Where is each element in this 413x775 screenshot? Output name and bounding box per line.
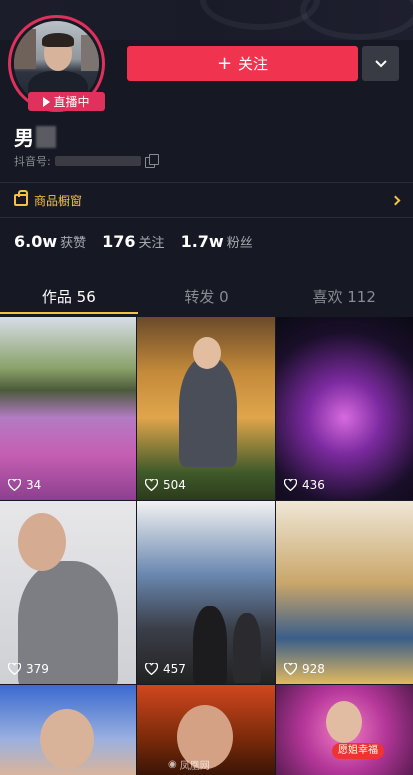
stat-label: 关注 [138, 236, 165, 251]
avatar-bg-building [14, 29, 36, 69]
shop-window-row[interactable]: 商品橱窗 [0, 184, 413, 216]
heart-icon [145, 479, 158, 491]
shop-label: 商品橱窗 [34, 193, 83, 208]
heart-icon [8, 663, 21, 675]
profile-tabs: 作品 56 转发 0 喜欢 112 [0, 280, 413, 314]
video-person [193, 606, 227, 684]
like-count: 504 [145, 478, 186, 492]
video-thumbnail[interactable] [0, 685, 136, 775]
id-label: 抖音号: [14, 155, 51, 168]
shopping-bag-icon [14, 190, 28, 206]
stats-row: 6.0w 获赞 176 关注 1.7w 粉丝 [14, 232, 253, 251]
name-redaction [36, 125, 56, 148]
header-decoration [300, 0, 413, 40]
like-count-text: 436 [302, 478, 325, 492]
heart-icon [145, 663, 158, 675]
video-thumbnail[interactable]: 34 [0, 317, 136, 500]
stat-followers[interactable]: 1.7w 粉丝 [181, 232, 253, 251]
stat-number: 1.7w [180, 232, 224, 251]
copy-icon[interactable] [144, 154, 159, 168]
like-count: 928 [284, 662, 325, 676]
video-grid: 34 504 436 379 457 928 [0, 317, 413, 775]
like-count-text: 504 [163, 478, 186, 492]
divider [0, 182, 413, 183]
like-count-text: 379 [26, 662, 49, 676]
like-count-text: 457 [163, 662, 186, 676]
video-thumbnail[interactable]: 379 [0, 501, 136, 684]
follow-label: 关注 [238, 55, 269, 73]
video-person-face [40, 709, 94, 769]
id-redaction [54, 156, 141, 166]
plus-icon: + [216, 52, 233, 74]
like-count: 457 [145, 662, 186, 676]
like-count: 379 [8, 662, 49, 676]
avatar-hair [42, 33, 74, 47]
like-count: 436 [284, 478, 325, 492]
douyin-id: 抖音号: [14, 153, 159, 169]
tab-likes[interactable]: 喜欢 112 [275, 280, 413, 314]
heart-icon [8, 479, 21, 491]
profile-name: 男 [14, 122, 56, 151]
video-person [179, 357, 237, 467]
video-thumbnail[interactable] [276, 685, 413, 775]
follow-button[interactable]: + 关注 [127, 46, 358, 81]
tab-works[interactable]: 作品 56 [0, 280, 138, 314]
weibo-icon: ◉ [168, 759, 177, 770]
stat-likes[interactable]: 6.0w 获赞 [14, 232, 86, 251]
video-person-face [326, 701, 362, 743]
chevron-down-icon [374, 59, 387, 67]
play-icon [43, 96, 51, 107]
video-thumbnail[interactable]: 928 [276, 501, 413, 684]
stat-number: 176 [102, 232, 136, 251]
like-count-text: 928 [302, 662, 325, 676]
heart-icon [284, 479, 297, 491]
divider [0, 217, 413, 218]
video-thumbnail[interactable]: 504 [137, 317, 275, 500]
video-thumbnail[interactable]: 457 [137, 501, 275, 684]
stat-following[interactable]: 176 关注 [102, 232, 164, 251]
live-label: 直播中 [53, 95, 90, 109]
watermark-text: 凤凰网 [179, 761, 210, 772]
video-person [233, 613, 261, 683]
heart-icon [284, 663, 297, 675]
watermark: ◉ 凤凰网 [168, 757, 210, 772]
stat-number: 6.0w [14, 232, 58, 251]
tab-reposts[interactable]: 转发 0 [138, 280, 276, 314]
more-options-button[interactable] [362, 46, 399, 81]
avatar-bg-building [81, 35, 99, 71]
stat-label: 获赞 [60, 236, 87, 251]
profile-name-text: 男 [14, 126, 34, 150]
live-badge[interactable]: 直播中 [28, 92, 105, 111]
stat-label: 粉丝 [226, 236, 253, 251]
chevron-right-icon [390, 195, 401, 205]
video-thumbnail[interactable]: 436 [276, 317, 413, 500]
video-caption-badge: 愿姐幸福 [332, 743, 384, 759]
video-person-face [193, 337, 221, 369]
video-person-face [18, 513, 66, 571]
like-count: 34 [8, 478, 41, 492]
like-count-text: 34 [26, 478, 42, 492]
